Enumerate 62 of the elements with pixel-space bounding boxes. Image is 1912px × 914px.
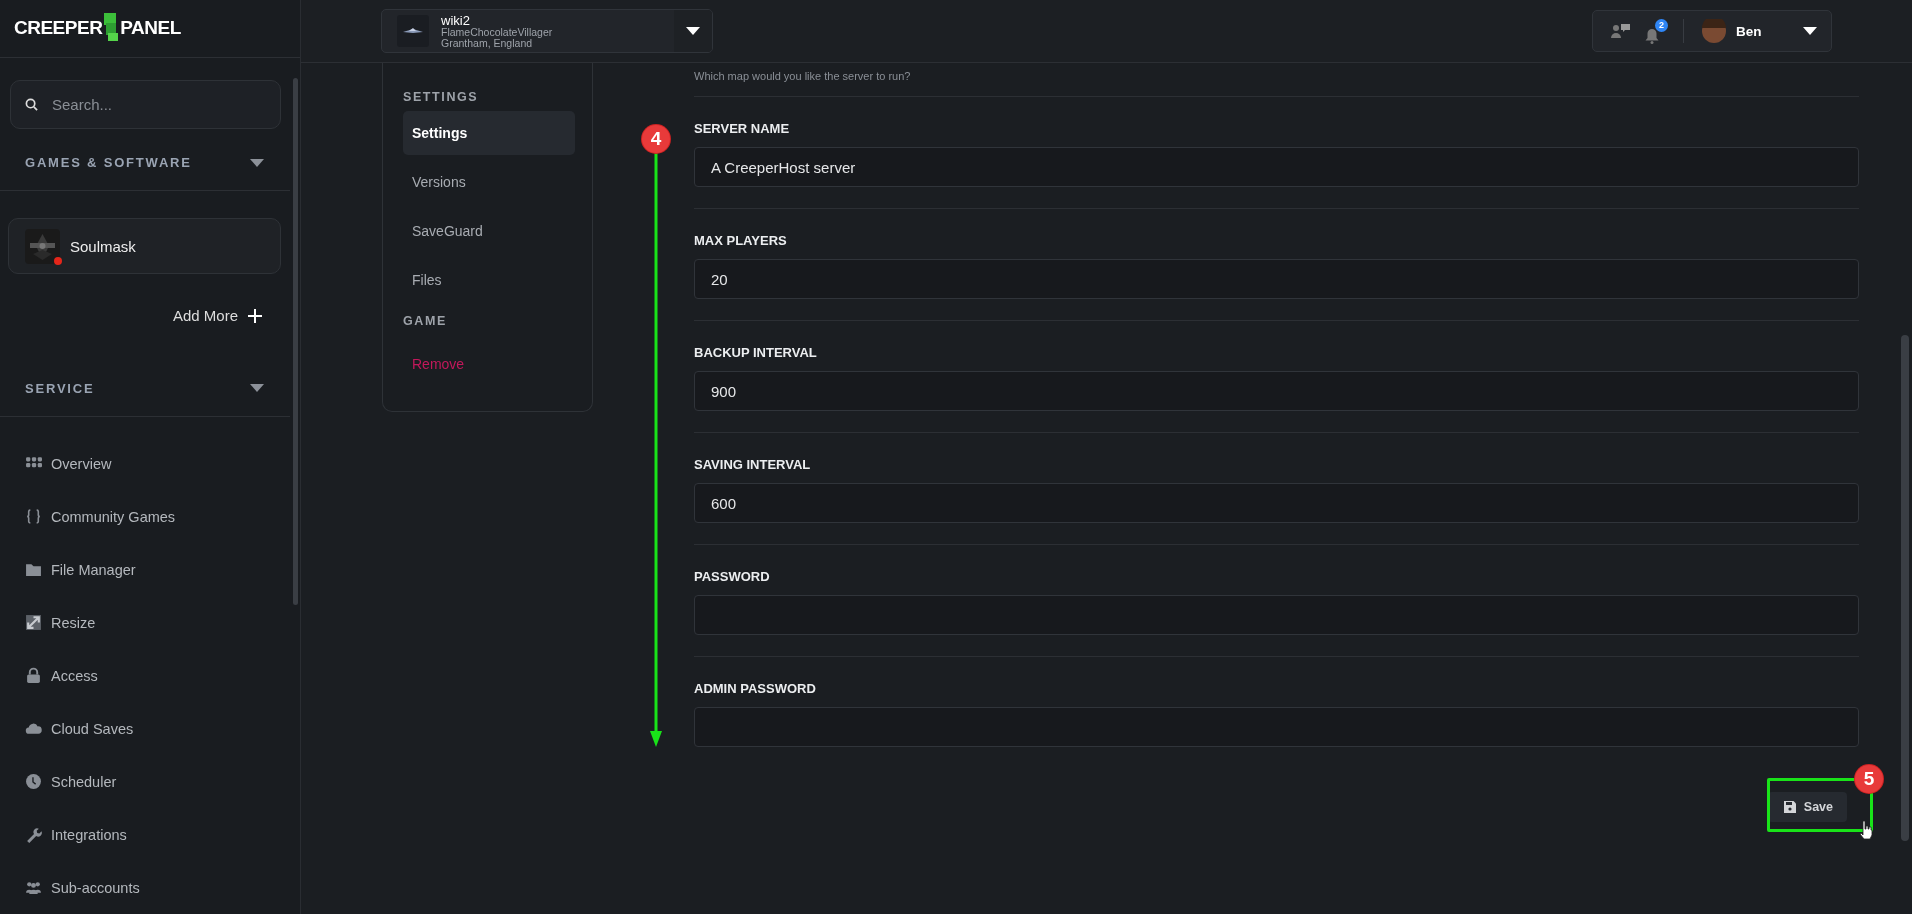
input-field[interactable]: 900	[694, 371, 1859, 411]
notifications-button[interactable]: 2	[1645, 18, 1668, 44]
wrench-icon	[25, 826, 42, 843]
plus-icon	[248, 308, 262, 323]
clock-icon	[25, 773, 42, 790]
menu-item[interactable]: Settings	[403, 111, 575, 155]
step-number: 4	[642, 125, 670, 153]
notification-count: 2	[1655, 18, 1668, 32]
step-number: 5	[1855, 765, 1883, 793]
menu-item[interactable]: Files	[403, 258, 575, 302]
input-field[interactable]: 600	[694, 483, 1859, 523]
hand-cursor-icon	[1858, 820, 1874, 840]
section-heading: GAMES & SOFTWARE	[25, 155, 192, 170]
dropdown-button[interactable]	[674, 10, 712, 52]
field-label: SAVING INTERVAL	[694, 457, 812, 473]
input-field[interactable]	[694, 595, 1859, 635]
section-heading: SERVICE	[25, 380, 95, 396]
collapse-caret-icon	[250, 384, 264, 393]
server-location: Grantham, England	[441, 37, 533, 48]
input-field[interactable]	[694, 707, 1859, 747]
lock-icon	[25, 667, 42, 684]
nav-item[interactable]: File Manager	[25, 543, 300, 596]
game-card[interactable]: Soulmask	[8, 218, 281, 275]
nav-item[interactable]: Access	[25, 649, 300, 702]
field-label: PASSWORD	[694, 569, 771, 585]
bell-icon	[1645, 27, 1659, 44]
username: Ben	[1736, 23, 1763, 39]
server-name: wiki2	[441, 14, 471, 27]
nav-item[interactable]: Community Games	[25, 490, 300, 543]
server-selector[interactable]: wiki2 FlameChocolateVillager Grantham, England	[381, 9, 713, 53]
avatar-icon	[1702, 19, 1726, 43]
people-chat-icon[interactable]	[1611, 23, 1631, 39]
field-label: ADMIN PASSWORD	[694, 681, 817, 697]
braces-icon	[25, 508, 42, 525]
scrollbar[interactable]	[1901, 335, 1909, 841]
nav-item[interactable]: Integrations	[25, 808, 300, 861]
menu-heading: SETTINGS	[403, 90, 480, 104]
field-hint: Which map would you like the server to run?	[694, 69, 912, 84]
search-icon	[25, 97, 38, 111]
people-icon	[25, 879, 42, 896]
field-label: MAX PLAYERS	[694, 233, 788, 249]
nav-item[interactable]: Sub-accounts	[25, 861, 300, 914]
server-owner: FlameChocolateVillager	[441, 27, 554, 38]
save-button[interactable]: Save	[1767, 792, 1847, 822]
logo[interactable]: CREEPER PANEL	[14, 13, 181, 44]
input-field[interactable]: 20	[694, 259, 1859, 299]
resize-icon	[25, 614, 42, 631]
add-more-button[interactable]: Add More	[172, 307, 262, 325]
folder-icon	[25, 561, 42, 578]
menu-item[interactable]: Versions	[403, 160, 575, 204]
caret-icon	[686, 27, 700, 35]
menu-item[interactable]: SaveGuard	[403, 209, 575, 253]
field-label: BACKUP INTERVAL	[694, 345, 818, 361]
user-menu-caret-icon[interactable]	[1803, 27, 1817, 35]
collapse-caret-icon	[250, 158, 264, 167]
nav-item[interactable]: Cloud Saves	[25, 702, 300, 755]
scrollbar[interactable]	[293, 78, 298, 605]
field-label: SERVER NAME	[694, 121, 791, 137]
search-field[interactable]: Search...	[10, 79, 281, 129]
menu-heading: GAME	[403, 314, 448, 328]
input-field[interactable]: A CreeperHost server	[694, 147, 1859, 187]
nav-item[interactable]: Scheduler	[25, 755, 300, 808]
